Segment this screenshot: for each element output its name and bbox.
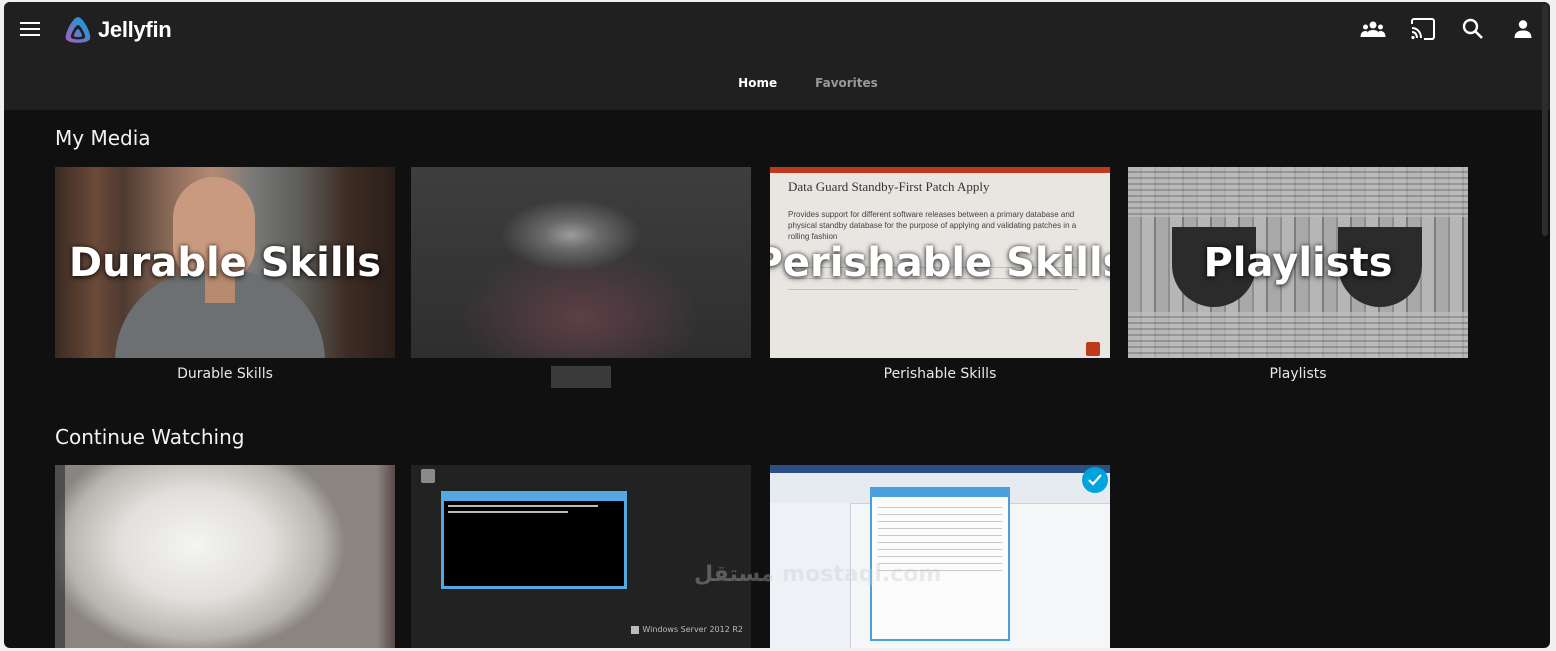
tab-home[interactable]: Home xyxy=(738,76,777,90)
continue-watching-title: Continue Watching xyxy=(55,425,245,449)
recycle-bin-icon xyxy=(421,469,435,483)
continue-thumb-3[interactable] xyxy=(770,465,1110,648)
continue-thumb-1[interactable] xyxy=(55,465,395,648)
menu-icon[interactable] xyxy=(18,19,42,41)
media-label-playlists[interactable]: Playlists xyxy=(1128,366,1468,382)
jellyfin-logo-icon xyxy=(65,17,91,43)
media-label-durable-skills[interactable]: Durable Skills xyxy=(55,366,395,382)
jellyfin-app: Jellyfin Home Favorites My Media Durable… xyxy=(4,2,1550,648)
scrollbar[interactable] xyxy=(1542,2,1548,648)
terminal-window xyxy=(441,491,627,589)
my-media-title: My Media xyxy=(55,126,151,150)
windows-server-text: Windows Server 2012 R2 xyxy=(642,625,743,634)
media-card-blurred[interactable] xyxy=(411,167,751,388)
media-thumb-playlists[interactable]: Playlists xyxy=(1128,167,1468,358)
logo-text: Jellyfin xyxy=(98,17,172,42)
scrollbar-thumb[interactable] xyxy=(1542,4,1548,236)
continue-card-1[interactable] xyxy=(55,465,395,648)
media-thumb-perishable-skills[interactable]: Data Guard Standby-First Patch Apply Pro… xyxy=(770,167,1110,358)
watermark: مستقل mostaql.com xyxy=(694,562,942,587)
tab-favorites[interactable]: Favorites xyxy=(815,76,878,90)
cast-icon[interactable] xyxy=(1410,16,1436,42)
media-card-playlists[interactable]: Playlists Playlists xyxy=(1128,167,1468,382)
media-card-perishable-skills[interactable]: Data Guard Standby-First Patch Apply Pro… xyxy=(770,167,1110,382)
continue-card-2[interactable]: Windows Server 2012 R2 xyxy=(411,465,751,648)
continue-thumb-2[interactable]: Windows Server 2012 R2 xyxy=(411,465,751,648)
media-card-durable-skills[interactable]: Durable Skills Durable Skills xyxy=(55,167,395,382)
media-thumb-blurred[interactable] xyxy=(411,167,751,358)
continue-card-3[interactable] xyxy=(770,465,1110,648)
user-icon[interactable] xyxy=(1510,16,1536,42)
media-label-redacted xyxy=(551,366,611,388)
header-actions xyxy=(1360,16,1536,42)
watched-check-icon[interactable] xyxy=(1082,467,1108,493)
perishable-skills-overlay: Perishable Skills xyxy=(770,239,1110,286)
media-thumb-durable-skills[interactable]: Durable Skills xyxy=(55,167,395,358)
windows-server-label: Windows Server 2012 R2 xyxy=(631,625,743,634)
header-tabs: Home Favorites xyxy=(4,76,1550,90)
playlists-overlay: Playlists xyxy=(1203,239,1393,286)
users-icon[interactable] xyxy=(1360,16,1386,42)
logo[interactable]: Jellyfin xyxy=(62,14,172,46)
durable-skills-overlay: Durable Skills xyxy=(68,239,382,286)
media-label-perishable-skills[interactable]: Perishable Skills xyxy=(770,366,1110,382)
header: Jellyfin Home Favorites xyxy=(4,2,1550,110)
search-icon[interactable] xyxy=(1460,16,1486,42)
